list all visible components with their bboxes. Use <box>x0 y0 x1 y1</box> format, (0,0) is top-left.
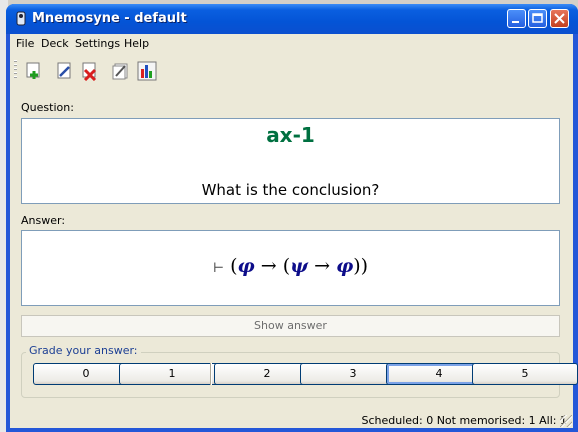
minimize-button[interactable] <box>507 9 526 28</box>
grade-separator <box>210 363 212 385</box>
title-bar[interactable]: Mnemosyne - default <box>6 4 578 34</box>
resize-grip[interactable] <box>560 415 572 427</box>
status-bar: Scheduled: 0 Not memorised: 1 All: 1 <box>361 414 567 427</box>
formula-arrow: → <box>254 255 283 277</box>
edit-card-icon[interactable] <box>55 61 75 81</box>
toolbar <box>10 56 573 86</box>
show-answer-button[interactable]: Show answer <box>21 315 560 337</box>
window-title: Mnemosyne - default <box>32 11 187 26</box>
question-pane: ax-1 What is the conclusion? <box>21 118 560 204</box>
menu-bar: File Deck Settings Help <box>10 34 573 54</box>
answer-label: Answer: <box>21 214 66 227</box>
question-text: What is the conclusion? <box>201 181 380 199</box>
add-card-icon[interactable] <box>24 61 44 81</box>
question-label: Question: <box>21 101 74 114</box>
edit-deck-icon[interactable] <box>111 61 131 81</box>
statistics-icon[interactable] <box>137 61 157 81</box>
formula-part: )) <box>353 255 369 277</box>
formula-phi: φ <box>336 255 354 277</box>
menu-file[interactable]: File <box>16 37 34 50</box>
toolbar-grip[interactable] <box>14 60 17 80</box>
formula-part: ( <box>230 255 238 277</box>
grade-button-5[interactable]: 5 <box>472 363 578 385</box>
menu-settings[interactable]: Settings <box>75 37 120 50</box>
menu-help[interactable]: Help <box>124 37 149 50</box>
formula-phi: φ <box>237 255 255 277</box>
main-window: Mnemosyne - default File Deck Settings H… <box>6 4 578 432</box>
app-icon <box>16 11 26 26</box>
grade-groupbox-title: Grade your answer: <box>26 344 141 357</box>
close-icon <box>554 13 565 24</box>
close-button[interactable] <box>550 9 569 28</box>
question-title: ax-1 <box>266 123 315 147</box>
answer-pane: ⊢ (φ → (ψ → φ)) <box>21 230 560 306</box>
turnstile-symbol: ⊢ <box>212 261 225 276</box>
answer-formula: ⊢ (φ → (ψ → φ)) <box>22 255 559 277</box>
maximize-icon <box>532 13 543 23</box>
maximize-button[interactable] <box>528 9 547 28</box>
delete-card-icon[interactable] <box>80 61 100 81</box>
minimize-icon <box>512 21 519 23</box>
formula-psi: ψ <box>290 255 309 277</box>
client-area: File Deck Settings Help Question: ax-1 W… <box>10 34 578 428</box>
formula-arrow: → <box>308 255 337 277</box>
menu-deck[interactable]: Deck <box>41 37 69 50</box>
